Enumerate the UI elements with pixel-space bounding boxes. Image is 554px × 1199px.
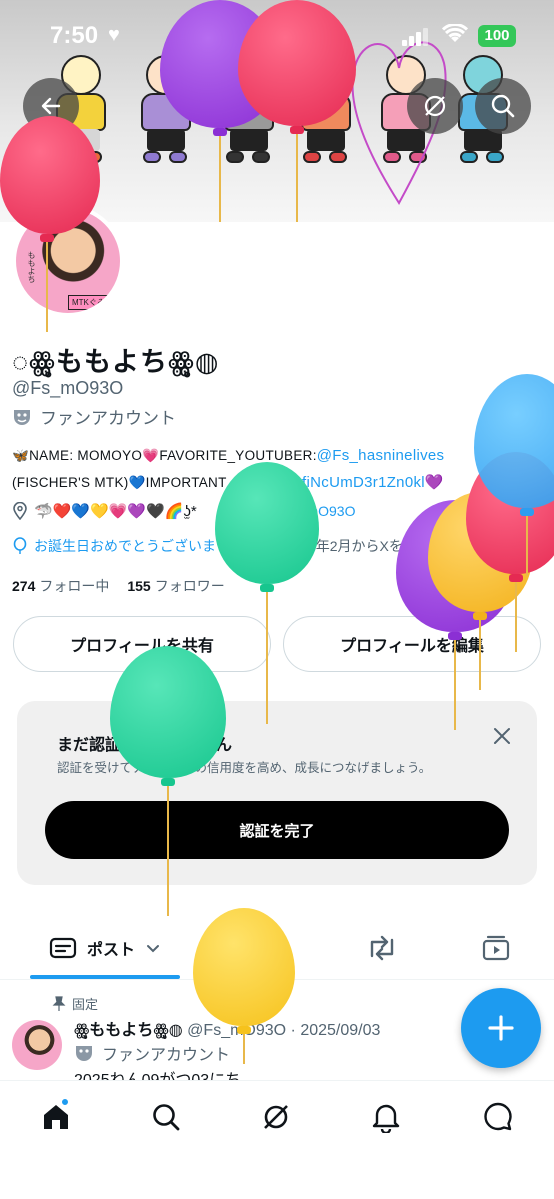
mask-icon xyxy=(76,1046,92,1061)
active-tab-underline xyxy=(30,975,180,979)
profile-bio: 🦋NAME: MOMOYO💗FAVORITE_YOUTUBER:@Fs_hasn… xyxy=(12,442,544,496)
bell-icon xyxy=(372,1104,400,1133)
post-author-name[interactable]: ꙮ̥ももよちꙮ̥◍ xyxy=(74,1022,183,1039)
messages-icon xyxy=(484,1102,512,1131)
nav-grok[interactable] xyxy=(256,1097,296,1137)
verification-title: まだ認証されていません xyxy=(57,737,233,754)
edit-profile-button[interactable]: プロフィールを編集 xyxy=(283,616,541,672)
posts-icon xyxy=(49,937,77,959)
follow-stats: 274 フォロー中 155 フォロワー xyxy=(12,576,225,596)
grok-icon xyxy=(264,1105,288,1129)
bio-line2-suffix: 💜 xyxy=(424,474,444,491)
reply-icon xyxy=(253,936,279,961)
bio-mention-link[interactable]: @fiNcUmD3r1Zn0kl xyxy=(287,474,425,491)
compose-post-button[interactable] xyxy=(461,988,541,1068)
location-icon xyxy=(13,502,27,520)
profile-tabs: ポスト xyxy=(0,918,554,980)
profile-avatar[interactable]: ももよち MTKぐみ xyxy=(12,205,124,317)
avatar-tag: MTKぐみ xyxy=(68,295,110,310)
banner-figure xyxy=(135,55,197,170)
link-icon xyxy=(217,504,230,518)
bio-line2-text: (FISCHER'S MTK)💙IMPORTANT_BUDDY: xyxy=(12,475,287,490)
followers-count: 155 xyxy=(127,578,151,594)
verification-description: 認証を受けてアカウントの信用度を高め、成長につなげましょう。 xyxy=(57,761,432,775)
repost-icon xyxy=(370,935,394,961)
search-icon xyxy=(491,94,515,118)
pinned-label: 固定 xyxy=(72,997,99,1012)
close-icon[interactable] xyxy=(491,725,513,747)
bottom-navigation xyxy=(0,1080,554,1199)
tab-posts[interactable]: ポスト xyxy=(30,918,180,978)
battery-indicator: 100 xyxy=(478,25,516,47)
tab-posts-label: ポスト xyxy=(86,942,135,959)
display-name: ◌ꙮ̥ももよちꙮ̥◍ xyxy=(12,347,220,377)
status-time: 7:50 xyxy=(50,22,99,49)
banner-figure xyxy=(218,55,280,170)
complete-verification-button[interactable]: 認証を完了 xyxy=(45,801,509,859)
followers-link[interactable]: 155 フォロワー xyxy=(127,576,224,596)
back-arrow-icon xyxy=(41,97,61,115)
tab-replies[interactable] xyxy=(246,918,286,978)
followers-label: フォロワー xyxy=(154,578,225,594)
avatar-side-text: ももよち xyxy=(27,251,36,283)
balloon-icon xyxy=(13,537,27,554)
search-icon xyxy=(153,1104,180,1131)
tab-reposts[interactable] xyxy=(362,918,402,978)
calendar-icon xyxy=(263,539,278,554)
search-button[interactable] xyxy=(475,78,531,134)
profile-birthday: お誕生日おめでとうございます。 xyxy=(34,538,243,554)
signal-icon xyxy=(402,28,428,46)
bio-mention-link[interactable]: @Fs_hasninelives xyxy=(317,447,445,464)
notification-dot xyxy=(60,1097,70,1107)
post-avatar[interactable] xyxy=(12,1020,62,1070)
following-label: フォロー中 xyxy=(39,578,110,594)
back-button[interactable] xyxy=(23,78,79,134)
pin-icon xyxy=(52,995,66,1011)
bio-line1-text: 🦋NAME: MOMOYO💗FAVORITE_YOUTUBER: xyxy=(12,448,317,463)
nav-search[interactable] xyxy=(146,1097,186,1137)
profile-handle: @Fs_mO93O xyxy=(12,378,124,398)
wifi-icon xyxy=(442,24,468,42)
tab-media[interactable] xyxy=(476,918,516,978)
profile-website-link[interactable]: twpf.jp/Fs_mO93O xyxy=(239,503,356,519)
profile-meta-row: 🦈❤️💙💛💗💜🖤🌈ʖ̫* twpf.jp/Fs_mO93O xyxy=(12,502,355,520)
profile-location: 🦈❤️💙💛💗💜🖤🌈ʖ̫* xyxy=(34,503,197,520)
mask-icon xyxy=(14,409,30,425)
pinned-indicator: 固定 xyxy=(52,994,98,1013)
nav-home[interactable] xyxy=(36,1097,76,1137)
category-label: ファンアカウント xyxy=(40,409,176,428)
nav-notifications[interactable] xyxy=(366,1097,406,1137)
post-meta: @Fs_mO93O · 2025/09/03 xyxy=(187,1022,381,1039)
verification-card: まだ認証されていません 認証を受けてアカウントの信用度を高め、成長につなげましょ… xyxy=(17,701,537,885)
status-bar: 7:50 ♥ 100 xyxy=(0,0,554,70)
post-header: ꙮ̥ももよちꙮ̥◍ @Fs_mO93O · 2025/09/03 xyxy=(74,1016,380,1040)
profile-meta-row-2: お誕生日おめでとうございます。 2023年2月からXを利用しています xyxy=(12,536,500,556)
profile-category: ファンアカウント xyxy=(12,404,176,429)
grok-button[interactable] xyxy=(407,78,463,134)
post-category-label: ファンアカウント xyxy=(102,1047,231,1064)
following-link[interactable]: 274 フォロー中 xyxy=(12,576,109,596)
chevron-down-icon[interactable] xyxy=(145,940,161,956)
status-heart-icon: ♥ xyxy=(108,24,120,46)
post-category: ファンアカウント xyxy=(74,1041,230,1065)
share-profile-button[interactable]: プロフィールを共有 xyxy=(13,616,271,672)
profile-joined-date: 2023年2月からXを利用しています xyxy=(284,538,501,554)
following-count: 274 xyxy=(12,578,36,594)
plus-icon xyxy=(488,1015,514,1041)
nav-messages[interactable] xyxy=(478,1097,518,1137)
grok-icon xyxy=(424,95,446,117)
media-icon xyxy=(482,935,510,961)
